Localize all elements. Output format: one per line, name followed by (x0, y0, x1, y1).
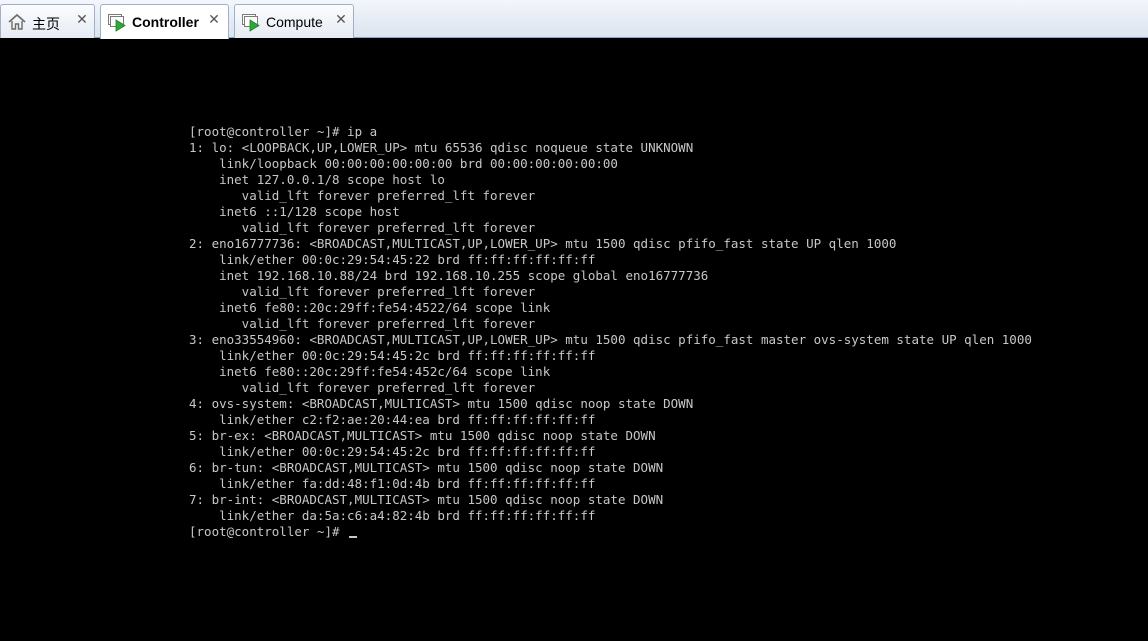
terminal-line: inet6 ::1/128 scope host (189, 204, 400, 219)
terminal-line: 6: br-tun: <BROADCAST,MULTICAST> mtu 150… (189, 460, 664, 475)
terminal-line: 4: ovs-system: <BROADCAST,MULTICAST> mtu… (189, 396, 694, 411)
home-icon (7, 12, 27, 32)
terminal-line: inet 127.0.0.1/8 scope host lo (189, 172, 445, 187)
terminal-line: valid_lft forever preferred_lft forever (189, 380, 536, 395)
tab-label: Compute (266, 14, 323, 30)
terminal-prompt-line[interactable]: [root@controller ~]# (189, 524, 1032, 540)
tab-label: Controller (132, 14, 199, 30)
terminal-line: link/ether da:5a:c6:a4:82:4b brd ff:ff:f… (189, 508, 596, 523)
terminal-line: link/ether 00:0c:29:54:45:2c brd ff:ff:f… (189, 348, 596, 363)
terminal-line: [root@controller ~]# ip a (189, 124, 378, 139)
close-icon[interactable]: ✕ (207, 13, 221, 27)
vm-running-icon (241, 12, 261, 32)
terminal-line: link/ether 00:0c:29:54:45:2c brd ff:ff:f… (189, 444, 596, 459)
vm-console[interactable]: [root@controller ~]# ip a 1: lo: <LOOPBAC… (0, 39, 1148, 641)
terminal-line: link/loopback 00:00:00:00:00:00 brd 00:0… (189, 156, 618, 171)
tab-bar: 主页 ✕ Controller ✕ Compute ✕ (0, 0, 1148, 39)
terminal-line: link/ether fa:dd:48:f1:0d:4b brd ff:ff:f… (189, 476, 596, 491)
terminal-line: 5: br-ex: <BROADCAST,MULTICAST> mtu 1500… (189, 428, 656, 443)
terminal-line: valid_lft forever preferred_lft forever (189, 188, 536, 203)
terminal-line: inet 192.168.10.88/24 brd 192.168.10.255… (189, 268, 709, 283)
terminal-line: inet6 fe80::20c:29ff:fe54:452c/64 scope … (189, 364, 551, 379)
terminal-prompt: [root@controller ~]# (189, 524, 348, 539)
tab-label: 主页 (32, 16, 60, 32)
terminal-line: valid_lft forever preferred_lft forever (189, 220, 536, 235)
terminal-output: [root@controller ~]# ip a 1: lo: <LOOPBAC… (189, 124, 1032, 540)
close-icon[interactable]: ✕ (75, 13, 89, 27)
close-icon[interactable]: ✕ (334, 13, 348, 27)
terminal-line: link/ether c2:f2:ae:20:44:ea brd ff:ff:f… (189, 412, 596, 427)
tab-compute[interactable]: Compute ✕ (234, 4, 354, 38)
terminal-line: link/ether 00:0c:29:54:45:22 brd ff:ff:f… (189, 252, 596, 267)
tab-controller[interactable]: Controller ✕ (100, 4, 229, 39)
terminal-line: 1: lo: <LOOPBACK,UP,LOWER_UP> mtu 65536 … (189, 140, 694, 155)
terminal-line: 3: eno33554960: <BROADCAST,MULTICAST,UP,… (189, 332, 1032, 347)
terminal-line: 2: eno16777736: <BROADCAST,MULTICAST,UP,… (189, 236, 897, 251)
tab-home[interactable]: 主页 ✕ (0, 4, 95, 38)
text-cursor (349, 536, 358, 538)
vm-running-icon (107, 12, 127, 32)
terminal-line: inet6 fe80::20c:29ff:fe54:4522/64 scope … (189, 300, 551, 315)
terminal-line: valid_lft forever preferred_lft forever (189, 316, 536, 331)
terminal-line: valid_lft forever preferred_lft forever (189, 284, 536, 299)
terminal-line: 7: br-int: <BROADCAST,MULTICAST> mtu 150… (189, 492, 664, 507)
